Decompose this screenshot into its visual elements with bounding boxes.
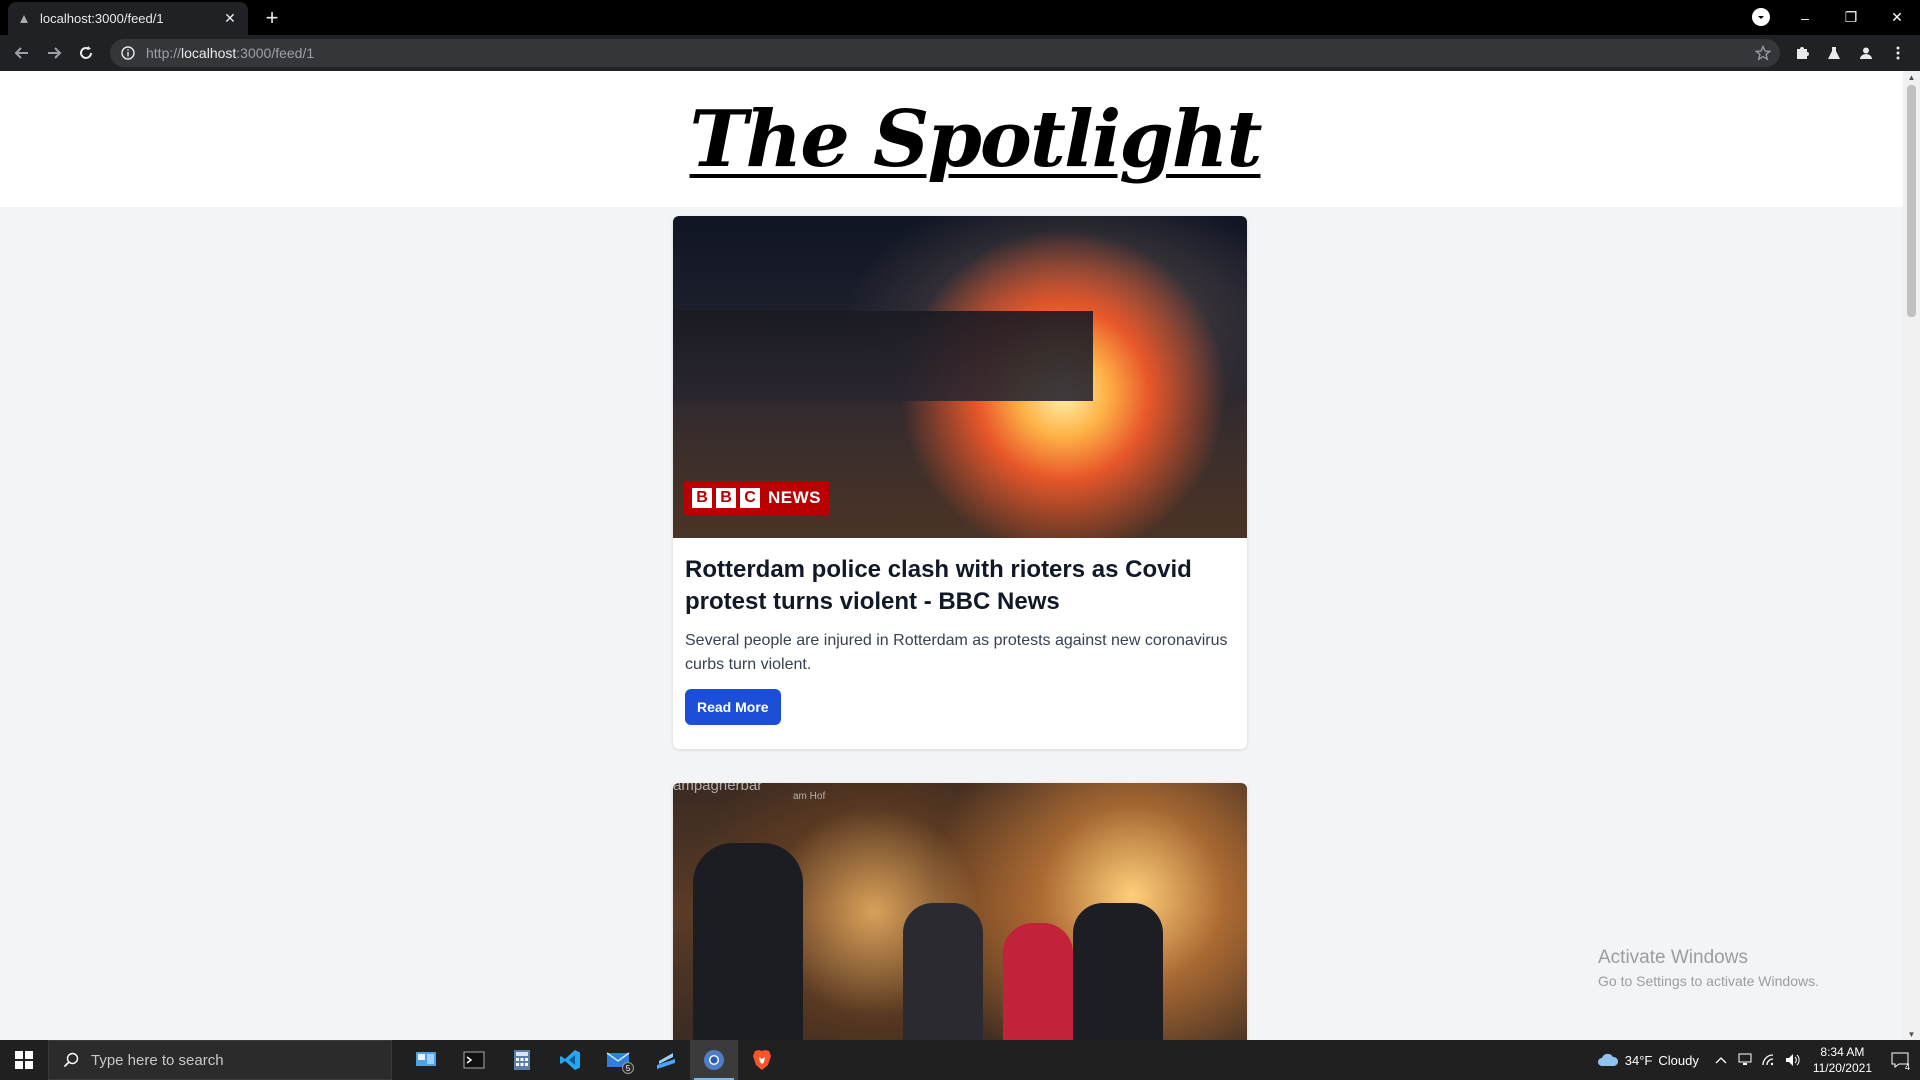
image-sign-text: am Hof [793,791,826,802]
clock-time: 8:34 AM [1820,1045,1865,1059]
article-card: B B C NEWS Rotterdam police clash with r… [673,216,1247,749]
taskbar-search-box[interactable]: Type here to search [48,1040,392,1080]
mail-count-badge: 5 [622,1062,634,1074]
search-placeholder: Type here to search [91,1051,224,1069]
terminal-icon [463,1051,485,1069]
forward-icon[interactable] [38,37,70,69]
bbc-logo-letter: B [716,488,736,508]
close-tab-icon[interactable]: ✕ [222,10,238,27]
scroll-down-arrow-icon[interactable]: ▼ [1907,1030,1916,1039]
calculator-icon [514,1050,530,1070]
taskbar-clock[interactable]: 8:34 AM 11/20/2021 [1813,1044,1872,1076]
bookmark-star-icon[interactable] [1754,44,1772,62]
wifi-icon[interactable] [1758,1040,1780,1080]
clock-date: 11/20/2021 [1812,1061,1872,1075]
control-panel-icon [416,1052,436,1066]
bbc-logo-letter: C [740,488,760,508]
show-hidden-icons-chevron-icon[interactable] [1710,1040,1732,1080]
bbc-news-logo: B B C NEWS [684,481,829,515]
address-bar[interactable]: http://localhost:3000/feed/1 [110,39,1780,67]
taskbar-app-calculator[interactable] [498,1040,546,1080]
site-info-icon[interactable] [120,45,136,61]
article-card: ampagnerbar am Hof [673,783,1247,1040]
taskbar-app-brave[interactable] [738,1040,786,1080]
bbc-logo-letter: B [692,488,712,508]
article-title: Rotterdam police clash with rioters as C… [685,556,1192,615]
site-header: The Spotlight [0,71,1920,207]
brave-lion-icon [753,1050,771,1070]
page-scrollbar[interactable]: ▲ ▼ [1903,71,1920,1040]
profile-avatar-icon[interactable] [1854,39,1878,67]
site-logo[interactable]: The Spotlight [690,94,1263,185]
image-crowd [673,311,1093,401]
taskbar-app-chrome[interactable] [690,1040,738,1080]
cloud-icon [1597,1053,1618,1066]
restore-button[interactable]: ❐ [1828,0,1874,35]
read-more-button[interactable]: Read More [685,689,781,725]
browser-toolbar: http://localhost:3000/feed/1 [0,35,1920,71]
browser-tab-strip: localhost:3000/feed/1 ✕ + – ❐ ✕ [0,0,1920,35]
scroll-up-arrow-icon[interactable]: ▲ [1907,73,1916,82]
page-favicon-icon [18,13,30,25]
installer-icon [657,1053,675,1069]
download-icon[interactable] [1752,8,1770,26]
watermark-title: Activate Windows [1598,947,1748,968]
system-tray: 34°F Cloudy 8:34 AM 11/20/2021 4 [1597,1040,1920,1080]
article-image: B B C NEWS [673,216,1247,538]
extensions-puzzle-icon[interactable] [1790,39,1814,67]
start-button[interactable] [0,1040,48,1080]
weather-temperature: 34°F [1624,1052,1653,1068]
browser-tab[interactable]: localhost:3000/feed/1 ✕ [8,2,248,35]
image-figure [1073,903,1163,1040]
flask-extension-icon[interactable] [1822,39,1846,67]
taskbar-app-control-panel[interactable] [402,1040,450,1080]
activate-windows-watermark: Activate Windows Go to Settings to activ… [1598,947,1819,989]
image-figure [1003,923,1073,1040]
url-scheme: http:// [146,45,182,61]
taskbar-app-installer[interactable] [642,1040,690,1080]
minimize-button[interactable]: – [1782,0,1828,35]
tab-title: localhost:3000/feed/1 [40,11,164,26]
taskbar-app-vscode[interactable] [546,1040,594,1080]
windows-taskbar: Type here to search 5 34°F Cloudy 8:34 A… [0,1040,1920,1080]
windows-logo-icon [15,1051,33,1069]
article-body: Rotterdam police clash with rioters as C… [673,538,1247,749]
url-path: :3000/feed/1 [236,45,315,61]
reload-icon[interactable] [70,37,102,69]
notification-count: 4 [1904,1062,1910,1072]
search-icon [63,1052,79,1068]
notification-center-icon[interactable]: 4 [1880,1040,1920,1080]
taskbar-app-terminal[interactable] [450,1040,498,1080]
page-viewport: The Spotlight B B C NEWS Rotterdam polic… [0,71,1920,1040]
new-tab-button[interactable]: + [260,5,284,30]
news-feed: B B C NEWS Rotterdam police clash with r… [673,207,1247,1040]
weather-condition: Cloudy [1658,1052,1699,1068]
weather-widget[interactable]: 34°F Cloudy [1597,1052,1699,1068]
scrollbar-thumb[interactable] [1907,85,1916,317]
network-drive-icon[interactable] [1734,1040,1756,1080]
bbc-logo-word: NEWS [768,488,821,507]
volume-icon[interactable] [1782,1040,1804,1080]
taskbar-app-mail[interactable]: 5 [594,1040,642,1080]
url-text: http://localhost:3000/feed/1 [146,45,314,61]
chrome-icon [704,1050,724,1070]
vscode-icon [560,1050,580,1070]
image-sign-text: ampagnerbar [673,783,763,794]
article-description: Several people are injured in Rotterdam … [685,632,1228,673]
back-icon[interactable] [6,37,38,69]
watermark-subtitle: Go to Settings to activate Windows. [1598,973,1819,989]
url-host: localhost [181,45,237,61]
article-image: ampagnerbar am Hof [673,783,1247,1040]
image-figure [693,843,803,1040]
browser-menu-icon[interactable] [1886,39,1910,67]
close-window-button[interactable]: ✕ [1874,0,1920,35]
image-figure [903,903,983,1040]
